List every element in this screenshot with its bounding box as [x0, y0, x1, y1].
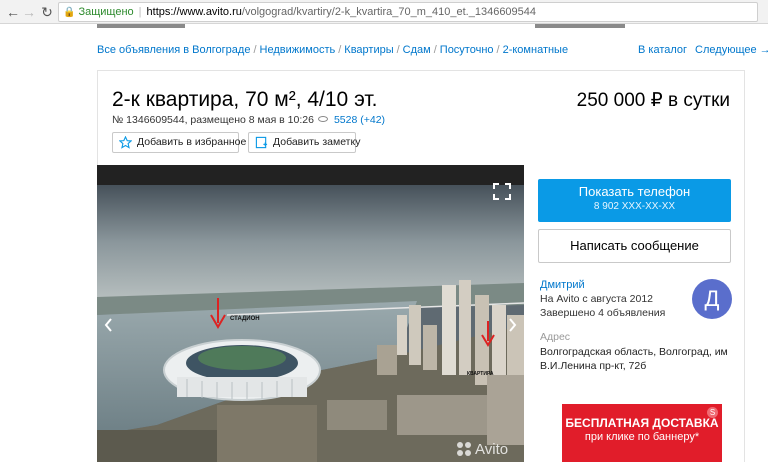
catalog-nav: В каталог Следующее →	[638, 44, 768, 56]
address-text: Волгоградская область, Волгоград, им В.И…	[540, 346, 728, 372]
forward-icon[interactable]: →	[20, 3, 38, 21]
address-label: Адрес	[540, 331, 571, 343]
header-image-strip	[97, 24, 185, 28]
lock-icon: 🔒	[63, 7, 76, 18]
breadcrumb: Все объявления в Волгограде / Недвижимость…	[97, 44, 569, 56]
listing-price: 250 000 ₽ в сутки	[576, 90, 730, 111]
breadcrumb-item[interactable]: Квартиры	[344, 44, 393, 56]
next-listing-link[interactable]: Следующее →	[695, 44, 768, 56]
breadcrumb-item[interactable]: Недвижимость	[260, 44, 336, 56]
stadium-label: СТАДИОН	[230, 316, 260, 322]
avatar[interactable]: Д	[692, 279, 732, 319]
phone-number-masked: 8 902 XXX-XX-XX	[593, 201, 676, 212]
breadcrumb-item[interactable]: 2-комнатные	[503, 44, 568, 56]
seller-completed: Завершено 4 объявления	[540, 307, 666, 319]
add-note-label: Добавить заметку	[273, 136, 361, 148]
note-icon	[255, 136, 268, 149]
breadcrumb-item[interactable]: Сдам	[403, 44, 431, 56]
breadcrumb-item[interactable]: Все объявления в Волгограде	[97, 44, 250, 56]
listing-header: 2-к квартира, 70 м², 4/10 эт. 250 000 ₽ …	[97, 70, 745, 165]
add-note-button[interactable]: Добавить заметку	[248, 132, 360, 153]
view-count[interactable]: 5528 (+42)	[334, 114, 385, 126]
browser-toolbar: ← → ↻ 🔒 Защищено | https://www.avito.ru/vol…	[0, 0, 768, 24]
url-path: /volgograd/kvartiry/2-k_kvartira_70_m_41…	[241, 6, 537, 18]
show-phone-label: Показать телефон	[578, 184, 691, 199]
add-favorite-label: Добавить в избранное	[137, 136, 247, 148]
add-favorite-button[interactable]: Добавить в избранное	[112, 132, 246, 153]
photo-image	[97, 165, 524, 462]
banner-badge: S	[707, 407, 718, 418]
seller-name[interactable]: Дмитрий	[540, 279, 585, 291]
write-message-button[interactable]: Написать сообщение	[538, 229, 731, 263]
eye-icon	[317, 116, 328, 122]
banner-line2: при клике по баннеру*	[584, 431, 700, 443]
show-phone-button[interactable]: Показать телефон 8 902 XXX-XX-XX	[538, 179, 731, 222]
photo-watermark: Avito	[475, 441, 509, 458]
url-host: https://www.avito.ru	[146, 6, 242, 18]
secure-label: Защищено	[78, 6, 134, 18]
free-delivery-banner[interactable]: S БЕСПЛАТНАЯ ДОСТАВКА при клике по банне…	[562, 404, 722, 462]
seller-since: На Avito с августа 2012	[540, 293, 654, 305]
apartment-label: КВАРТИРА	[467, 371, 494, 377]
to-catalog-link[interactable]: В каталог	[638, 44, 687, 56]
listing-meta: № 1346609544, размещено 8 мая в 10:26 552…	[112, 114, 385, 126]
reload-icon[interactable]: ↻	[38, 3, 56, 21]
listing-photo[interactable]: СТАДИОН КВАРТИРА Avito	[97, 165, 524, 462]
star-icon	[119, 136, 132, 149]
listing-id-date: № 1346609544, размещено 8 мая в 10:26	[112, 114, 314, 126]
listing-title: 2-к квартира, 70 м², 4/10 эт.	[112, 88, 378, 111]
address-bar[interactable]: 🔒 Защищено | https://www.avito.ru/volgograd…	[58, 2, 758, 22]
header-image-strip	[535, 24, 625, 28]
breadcrumb-item[interactable]: Посуточно	[440, 44, 494, 56]
banner-line1: БЕСПЛАТНАЯ ДОСТАВКА	[565, 416, 719, 430]
